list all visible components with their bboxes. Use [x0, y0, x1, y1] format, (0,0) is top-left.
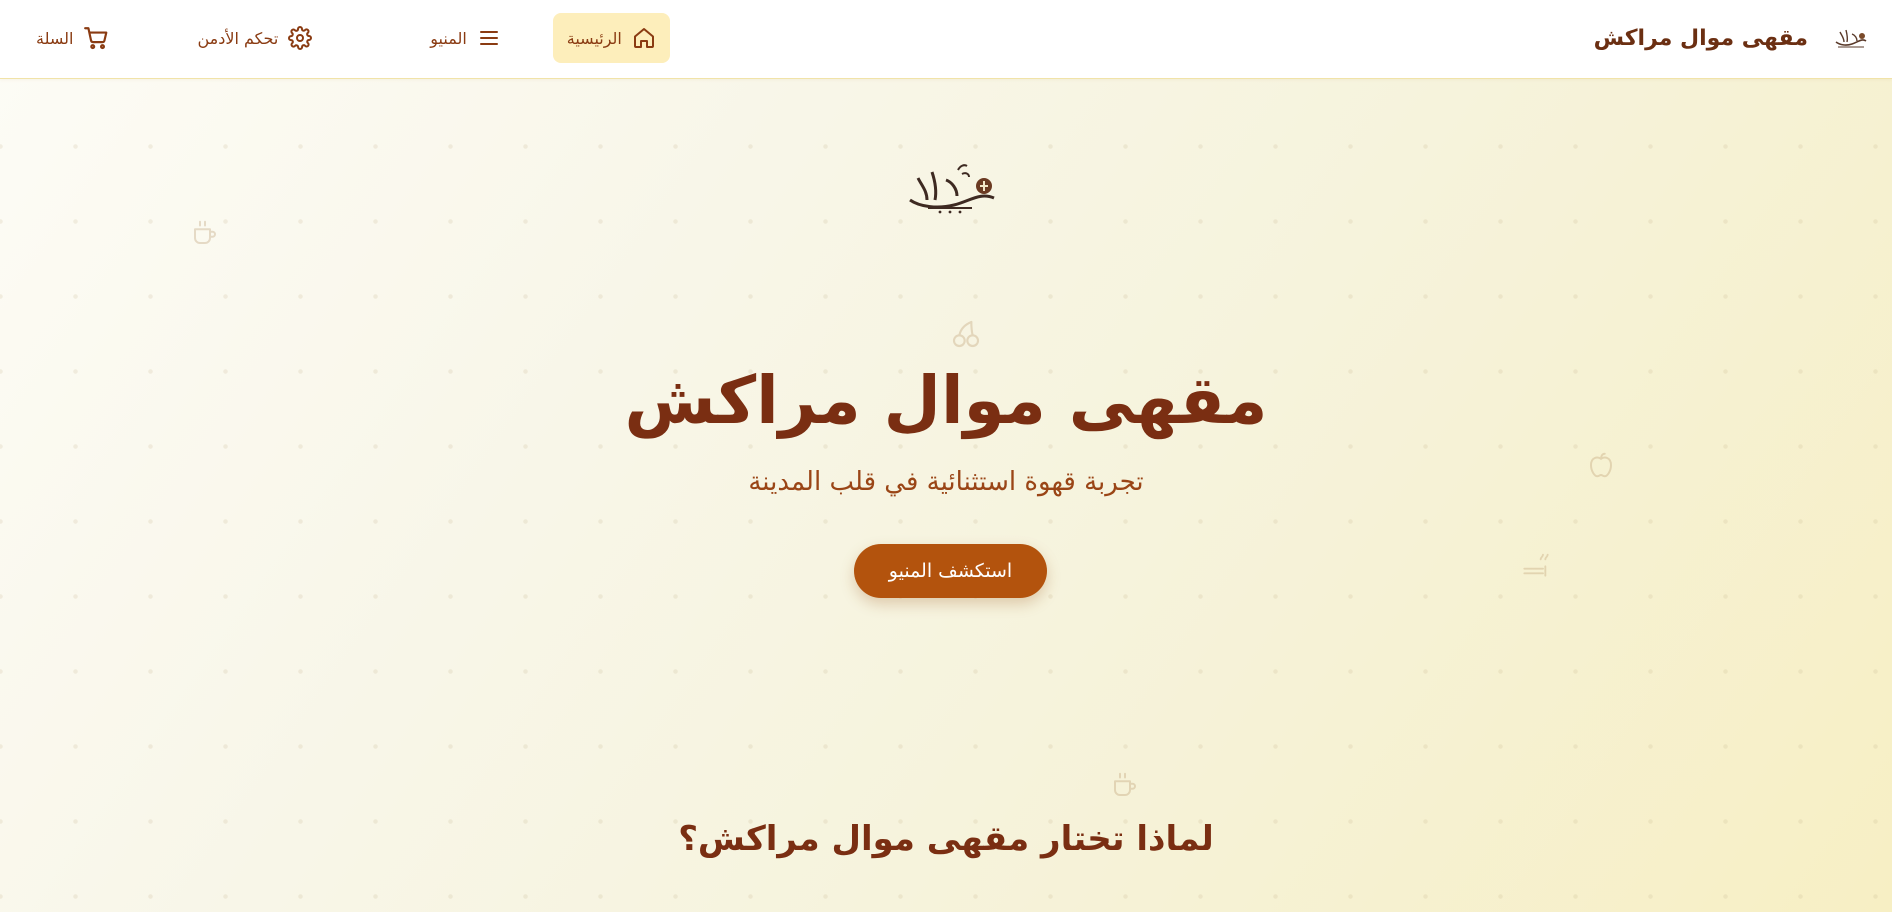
apple-icon: [1590, 452, 1612, 478]
nav-home-label: الرئيسية: [566, 28, 622, 48]
brand[interactable]: مقهى موال مراكش: [1594, 18, 1872, 58]
cup-icon: [194, 220, 216, 244]
nav-cart[interactable]: السلة: [22, 13, 123, 63]
home-icon: [633, 28, 654, 48]
main-nav: الرئيسية المنيو تحكم الأدمن السلة: [22, 13, 670, 63]
top-navigation-bar: مقهى موال مراكش الرئيسية المنيو تحكم الأ…: [0, 0, 1892, 79]
hero-title: مقهى موال مراكش: [624, 362, 1268, 439]
cup-icon: [1114, 772, 1136, 796]
nav-cart-label: السلة: [36, 28, 74, 48]
cart-icon: [84, 27, 108, 50]
explore-menu-button[interactable]: استكشف المنيو: [854, 544, 1047, 598]
cherry-icon: [952, 320, 980, 348]
nav-home[interactable]: الرئيسية: [552, 13, 670, 63]
menu-icon: [479, 31, 498, 45]
nav-menu-label: المنيو: [430, 28, 467, 48]
nav-admin-label: تحكم الأدمن: [197, 28, 279, 48]
hookah-icon: [1523, 553, 1549, 577]
nav-menu[interactable]: المنيو: [416, 13, 515, 63]
nav-admin[interactable]: تحكم الأدمن: [183, 13, 326, 63]
gear-icon: [288, 26, 313, 50]
hero-logo: [900, 156, 1008, 216]
page-background: [0, 0, 1892, 912]
features-section-title: لماذا تختار مقهى موال مراكش؟: [678, 819, 1214, 859]
hero-subtitle: تجربة قهوة استثنائية في قلب المدينة: [748, 467, 1144, 497]
cafe-logo-icon: [1835, 29, 1867, 48]
brand-logo: [1832, 20, 1872, 56]
cafe-logo-icon: [909, 164, 995, 214]
brand-title: مقهى موال مراكش: [1593, 25, 1808, 51]
